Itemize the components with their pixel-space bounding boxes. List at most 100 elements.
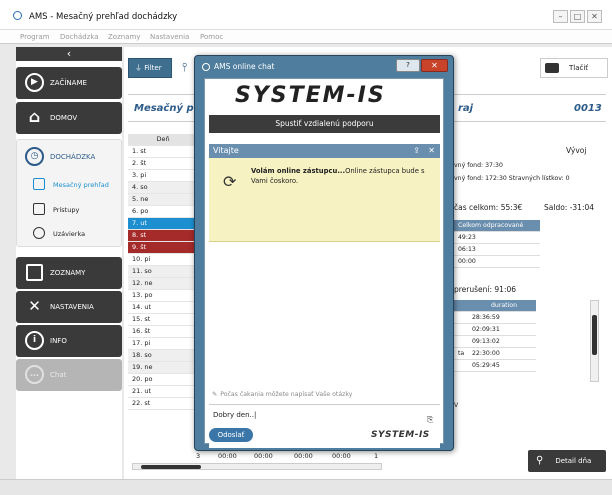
printer-icon: [545, 63, 559, 73]
horizontal-scrollbar[interactable]: [132, 463, 382, 470]
table-row[interactable]: 9. št: [128, 242, 194, 254]
sidebar-item-nastavenia[interactable]: ✕ NASTAVENIA: [16, 291, 122, 323]
play-icon: ▶: [25, 73, 44, 92]
wait-message-text: Počas čakania môžete napísať Vaše otázky: [220, 391, 353, 398]
minimize-button[interactable]: –: [553, 10, 568, 23]
list-icon: [26, 264, 43, 281]
table-row[interactable]: 5. ne: [128, 194, 194, 206]
maximize-button[interactable]: □: [570, 10, 585, 23]
sidebar-item-label: INFO: [50, 337, 67, 345]
table-row[interactable]: 8. st: [128, 230, 194, 242]
sidebar-item-label: DOCHÁDZKA: [50, 153, 96, 161]
close-icon[interactable]: ✕: [421, 59, 448, 72]
sidebar-item-chat[interactable]: … Chat: [16, 359, 122, 391]
table-row[interactable]: 1. st: [128, 146, 194, 158]
help-button[interactable]: ?: [396, 59, 420, 72]
status-bar: [0, 479, 612, 495]
duration-scrollbar[interactable]: [590, 300, 599, 382]
door-icon: [33, 203, 45, 215]
sidebar-item-zaciname[interactable]: ▶ ZAČÍNAME: [16, 67, 122, 99]
menu-program[interactable]: Program: [20, 33, 50, 41]
bottom-cell: 00:00: [332, 452, 351, 460]
menu-bar: Program Dochádzka Zoznamy Nastavenia Pom…: [0, 30, 612, 44]
sidebar-subitem-mesacny-prehlad[interactable]: Mesačný prehľad: [16, 173, 122, 197]
filter-icon: ⏚: [135, 64, 145, 72]
table-row[interactable]: 2. št: [128, 158, 194, 170]
menu-nastavenia[interactable]: Nastavenia: [150, 33, 189, 41]
duration-header: duration: [468, 300, 536, 312]
table-row[interactable]: 19. ne: [128, 362, 194, 374]
table-row[interactable]: 11. so: [128, 266, 194, 278]
sidebar-item-zoznamy[interactable]: ZOZNAMY: [16, 257, 122, 289]
duration-left-header: [454, 300, 468, 312]
table-row[interactable]: 12. ne: [128, 278, 194, 290]
sidebar-subitem-uzavierka[interactable]: Uzávierka: [16, 222, 122, 246]
chat-app-icon: [202, 63, 210, 71]
table-row[interactable]: 14. ut: [128, 302, 194, 314]
sidebar-item-info[interactable]: i INFO: [16, 325, 122, 357]
notice-text: Volám online zástupcu...Online zástupca …: [251, 167, 433, 186]
menu-zoznamy[interactable]: Zoznamy: [108, 33, 140, 41]
bottom-cell: 3: [196, 452, 201, 460]
duration-left-cell: [454, 336, 468, 348]
table-row[interactable]: 18. so: [128, 350, 194, 362]
menu-dochadzka[interactable]: Dochádzka: [60, 33, 99, 41]
duration-cell: 05:29:45: [468, 360, 536, 372]
header-title-right: raj: [458, 103, 474, 114]
print-button[interactable]: Tlačiť: [540, 58, 608, 78]
sidebar-subitem-pristupy[interactable]: Prístupy: [16, 198, 122, 222]
window-title: AMS - Mesačný prehľad dochádzky: [29, 12, 178, 22]
table-row[interactable]: 21. ut: [128, 386, 194, 398]
table-row[interactable]: 13. po: [128, 290, 194, 302]
right-label: V: [454, 402, 459, 409]
chevron-left-icon[interactable]: ‹: [16, 47, 122, 61]
table-row[interactable]: 7. ut: [128, 218, 194, 230]
close-section-icon[interactable]: ✕: [428, 144, 435, 158]
refresh-icon: ⟳: [223, 172, 237, 191]
scrollbar-thumb[interactable]: [592, 315, 597, 355]
duration-cell: 28:36:59: [468, 312, 536, 324]
table-row[interactable]: 15. st: [128, 314, 194, 326]
sidebar-item-domov[interactable]: ⌂ DOMOV: [16, 102, 122, 134]
export-icon[interactable]: ⇪: [413, 144, 420, 158]
filter-label: Filter: [144, 64, 162, 72]
close-window-button[interactable]: ✕: [587, 10, 602, 23]
chat-body: SYSTEM-IS Spustiť vzdialenú podporu Vita…: [204, 78, 444, 448]
table-row[interactable]: 22. st: [128, 398, 194, 410]
window-titlebar: AMS - Mesačný prehľad dochádzky – □ ✕: [0, 0, 612, 30]
vitajte-header: Vitajte ⇪ ✕: [209, 144, 440, 158]
person-icon[interactable]: ⫯: [182, 60, 190, 74]
remote-support-button[interactable]: Spustiť vzdialenú podporu: [209, 115, 440, 133]
duration-cell: 22:30:00: [468, 348, 536, 360]
odpracovane-cell: 49:23: [454, 232, 540, 244]
table-row[interactable]: 6. po: [128, 206, 194, 218]
search-icon: ⚲: [536, 455, 544, 466]
bottom-cell: 00:00: [294, 452, 313, 460]
sidebar-item-label: ZAČÍNAME: [50, 79, 87, 87]
app-icon: [13, 11, 22, 20]
sidebar-item-dochadzka[interactable]: ◷ DOCHÁDZKA: [16, 141, 122, 173]
attach-icon[interactable]: ⎘: [427, 415, 433, 425]
wait-message: ✎ Počas čakania môžete napísať Vaše otázk…: [212, 391, 353, 398]
scrollbar-thumb[interactable]: [141, 465, 201, 469]
table-row[interactable]: 17. pi: [128, 338, 194, 350]
filter-button[interactable]: ⏚ Filter: [128, 58, 172, 78]
sidebar-subitem-label: Uzávierka: [53, 230, 86, 238]
table-row[interactable]: 4. so: [128, 182, 194, 194]
table-row[interactable]: 3. pi: [128, 170, 194, 182]
table-row[interactable]: 10. pi: [128, 254, 194, 266]
fond-line-2: vný fond: 172:30 Stravných lístkov: 0: [454, 175, 570, 182]
detail-dna-label: Detail dňa: [555, 457, 592, 465]
duration-cell: 09:13:02: [468, 336, 536, 348]
duration-left-cell: [454, 312, 468, 324]
send-button[interactable]: Odoslať: [209, 428, 253, 442]
bottom-cell: 00:00: [218, 452, 237, 460]
days-header: Deň: [128, 134, 194, 146]
sidebar-item-label: NASTAVENIA: [50, 303, 94, 311]
system-is-logo: SYSTEM-IS: [235, 83, 386, 108]
menu-pomoc[interactable]: Pomoc: [200, 33, 223, 41]
notice-bold: Volám online zástupcu...: [251, 167, 346, 175]
detail-dna-button[interactable]: ⚲ Detail dňa: [528, 450, 606, 472]
table-row[interactable]: 16. št: [128, 326, 194, 338]
table-row[interactable]: 20. po: [128, 374, 194, 386]
